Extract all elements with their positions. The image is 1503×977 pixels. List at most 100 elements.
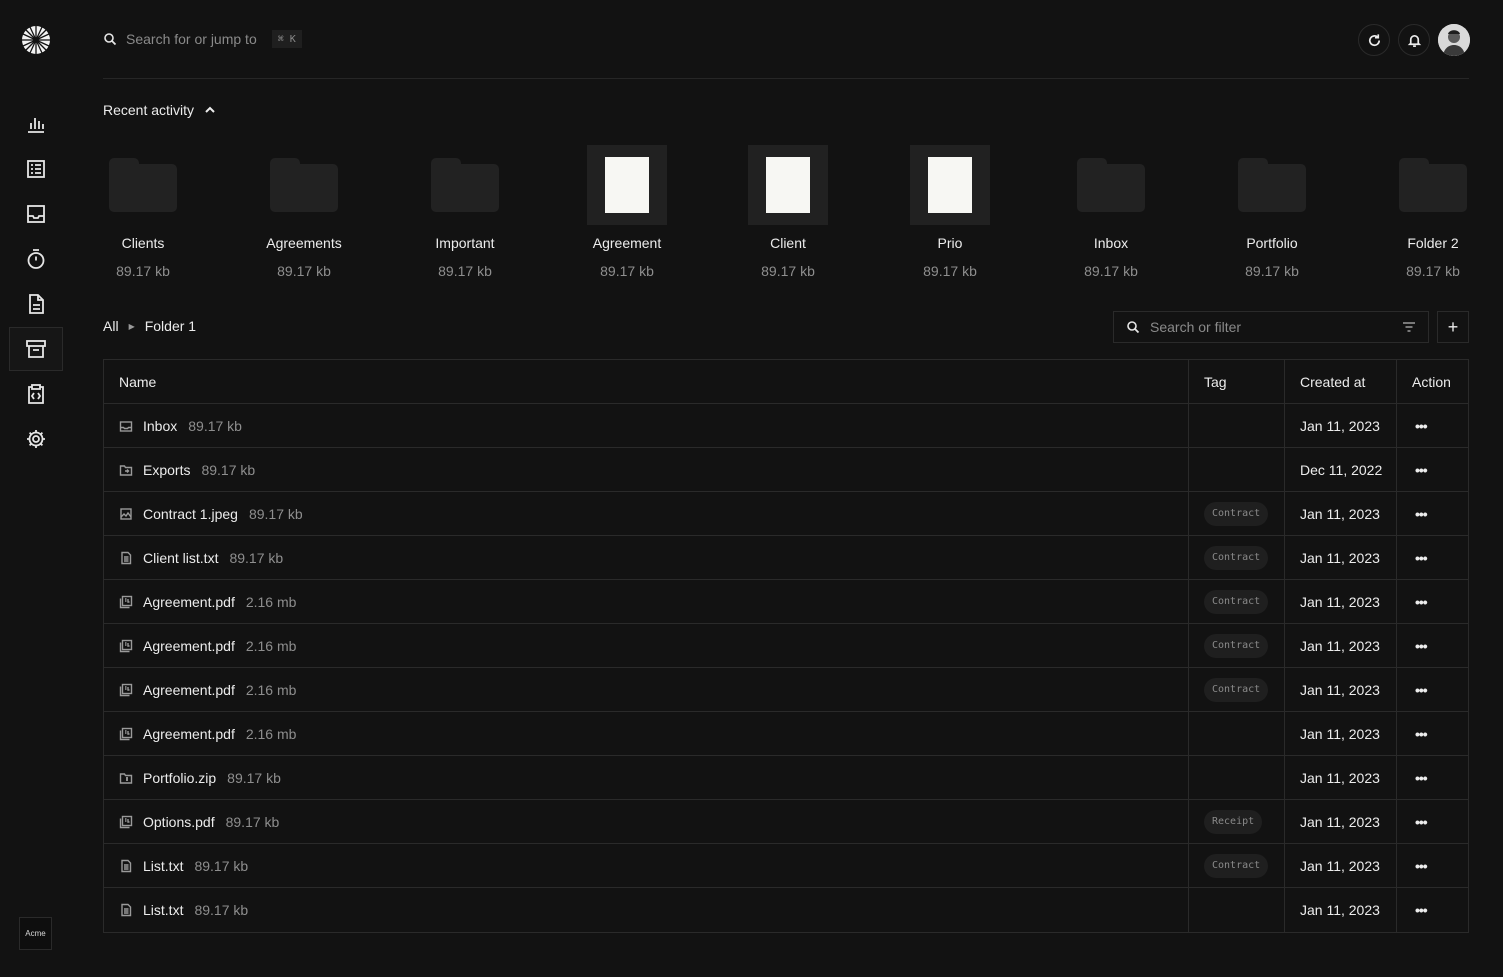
- file-size: 89.17 kb: [194, 857, 249, 874]
- table-header-row: Name Tag Created at Action: [104, 360, 1468, 404]
- table-row[interactable]: Exports 89.17 kb Dec 11, 2022 •••: [104, 448, 1468, 492]
- notifications-button[interactable]: [1398, 24, 1430, 56]
- recent-activity-toggle[interactable]: Recent activity: [103, 102, 216, 118]
- more-actions-icon[interactable]: •••: [1412, 682, 1428, 698]
- tag-badge[interactable]: Contract: [1204, 501, 1269, 526]
- tag-badge[interactable]: Contract: [1204, 677, 1269, 702]
- more-actions-icon[interactable]: •••: [1412, 506, 1428, 522]
- more-actions-icon[interactable]: •••: [1412, 638, 1428, 654]
- files-table: Name Tag Created at Action Inbox 89.17 kb…: [103, 359, 1469, 933]
- nav-apps[interactable]: [9, 372, 63, 416]
- filter-icon[interactable]: [1402, 320, 1416, 334]
- table-row[interactable]: List.txt 89.17 kb Contract Jan 11, 2023 •••: [104, 844, 1468, 888]
- action-cell: •••: [1397, 492, 1468, 535]
- column-header-tag[interactable]: Tag: [1189, 360, 1285, 403]
- avatar[interactable]: [1438, 24, 1470, 56]
- column-header-created[interactable]: Created at: [1285, 360, 1397, 403]
- recent-item-name: Agreements: [266, 235, 342, 251]
- breadcrumb-all[interactable]: All: [103, 318, 119, 334]
- nav-inbox[interactable]: [9, 192, 63, 236]
- pdf-file-icon: [119, 815, 133, 828]
- file-name[interactable]: Agreement.pdf: [143, 594, 235, 610]
- recent-item[interactable]: Prio 89.17 kb: [880, 145, 1020, 279]
- action-cell: •••: [1397, 888, 1468, 932]
- list-icon: [27, 160, 45, 178]
- created-date: Jan 11, 2023: [1300, 417, 1380, 434]
- add-button[interactable]: +: [1437, 311, 1469, 343]
- table-row[interactable]: Agreement.pdf 2.16 mb Contract Jan 11, 2023…: [104, 668, 1468, 712]
- plus-icon: +: [1447, 316, 1459, 337]
- nav-vault[interactable]: [9, 327, 63, 371]
- aperture-logo-icon[interactable]: [21, 25, 51, 55]
- team-switcher[interactable]: Acme: [19, 917, 52, 950]
- nav-settings[interactable]: [9, 417, 63, 461]
- table-row[interactable]: Agreement.pdf 2.16 mb Contract Jan 11, 2023…: [104, 580, 1468, 624]
- file-name[interactable]: Portfolio.zip: [143, 770, 216, 786]
- tag-cell: [1189, 404, 1285, 447]
- more-actions-icon[interactable]: •••: [1412, 902, 1428, 918]
- recent-item[interactable]: Agreement 89.17 kb: [557, 145, 697, 279]
- tag-badge[interactable]: Contract: [1204, 633, 1269, 658]
- folder-icon: [431, 158, 499, 212]
- table-row[interactable]: Options.pdf 89.17 kb Receipt Jan 11, 2023 ••…: [104, 800, 1468, 844]
- file-size: 2.16 mb: [245, 637, 297, 654]
- more-actions-icon[interactable]: •••: [1412, 770, 1428, 786]
- more-actions-icon[interactable]: •••: [1412, 594, 1428, 610]
- refresh-button[interactable]: [1358, 24, 1390, 56]
- file-name[interactable]: Client list.txt: [143, 550, 218, 566]
- column-header-name[interactable]: Name: [104, 360, 1189, 403]
- file-name[interactable]: Contract 1.jpeg: [143, 506, 238, 522]
- more-actions-icon[interactable]: •••: [1412, 726, 1428, 742]
- file-name[interactable]: Exports: [143, 462, 190, 478]
- table-row[interactable]: Agreement.pdf 2.16 mb Contract Jan 11, 2023…: [104, 624, 1468, 668]
- nav-tracker[interactable]: [9, 237, 63, 281]
- breadcrumb-current[interactable]: Folder 1: [145, 318, 196, 334]
- recent-item[interactable]: Folder 2 89.17 kb: [1363, 145, 1503, 279]
- recent-item[interactable]: Client 89.17 kb: [718, 145, 858, 279]
- table-row[interactable]: Portfolio.zip 89.17 kb Jan 11, 2023 •••: [104, 756, 1468, 800]
- global-search[interactable]: Search for or jump to ⌘ K: [103, 28, 302, 50]
- more-actions-icon[interactable]: •••: [1412, 550, 1428, 566]
- tag-badge[interactable]: Receipt: [1204, 809, 1263, 834]
- more-actions-icon[interactable]: •••: [1412, 418, 1428, 434]
- table-row[interactable]: Inbox 89.17 kb Jan 11, 2023 •••: [104, 404, 1468, 448]
- recent-item[interactable]: Portfolio 89.17 kb: [1202, 145, 1342, 279]
- file-name[interactable]: Inbox: [143, 418, 177, 434]
- created-cell: Jan 11, 2023: [1285, 888, 1397, 932]
- file-name[interactable]: Agreement.pdf: [143, 638, 235, 654]
- file-name-cell: Inbox 89.17 kb: [104, 404, 1189, 447]
- table-row[interactable]: Client list.txt 89.17 kb Contract Jan 11, 2…: [104, 536, 1468, 580]
- tag-badge[interactable]: Contract: [1204, 853, 1269, 878]
- file-name[interactable]: Agreement.pdf: [143, 682, 235, 698]
- file-name[interactable]: List.txt: [143, 902, 183, 918]
- text-file-icon: [121, 551, 132, 564]
- tag-cell: [1189, 888, 1285, 932]
- search-filter-input[interactable]: Search or filter: [1113, 311, 1429, 343]
- archive-icon: [26, 340, 46, 358]
- search-icon: [1127, 321, 1140, 334]
- recent-item[interactable]: Important 89.17 kb: [395, 145, 535, 279]
- file-name[interactable]: Agreement.pdf: [143, 726, 235, 742]
- recent-item-name: Important: [435, 235, 495, 251]
- table-row[interactable]: List.txt 89.17 kb Jan 11, 2023 •••: [104, 888, 1468, 932]
- table-row[interactable]: Contract 1.jpeg 89.17 kb Contract Jan 11, 2…: [104, 492, 1468, 536]
- nav-transactions[interactable]: [9, 147, 63, 191]
- table-row[interactable]: Agreement.pdf 2.16 mb Jan 11, 2023 •••: [104, 712, 1468, 756]
- file-name[interactable]: Options.pdf: [143, 814, 215, 830]
- tag-badge[interactable]: Contract: [1204, 589, 1269, 614]
- recent-item[interactable]: Inbox 89.17 kb: [1041, 145, 1181, 279]
- recent-item[interactable]: Clients 89.17 kb: [73, 145, 213, 279]
- file-name-cell: Contract 1.jpeg 89.17 kb: [104, 492, 1189, 535]
- more-actions-icon[interactable]: •••: [1412, 462, 1428, 478]
- breadcrumb-separator-icon: ▶: [128, 321, 135, 331]
- recent-item[interactable]: Agreements 89.17 kb: [234, 145, 374, 279]
- file-name[interactable]: List.txt: [143, 858, 183, 874]
- tag-badge[interactable]: Contract: [1204, 545, 1269, 570]
- more-actions-icon[interactable]: •••: [1412, 858, 1428, 874]
- file-size: 2.16 mb: [245, 725, 297, 742]
- nav-invoices[interactable]: [9, 282, 63, 326]
- more-actions-icon[interactable]: •••: [1412, 814, 1428, 830]
- recent-item-size: 89.17 kb: [1406, 263, 1460, 279]
- nav-analytics[interactable]: [9, 102, 63, 146]
- recent-item-name: Clients: [121, 235, 165, 251]
